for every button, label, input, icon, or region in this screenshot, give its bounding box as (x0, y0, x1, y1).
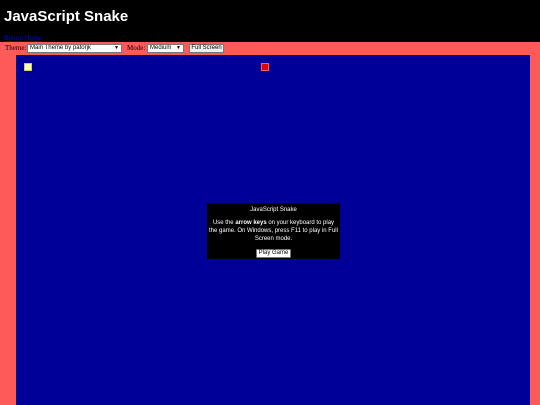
instructions-emphasis: arrow keys (235, 220, 267, 226)
mode-label: Mode: (127, 44, 146, 52)
mode-select-value: Medium (150, 45, 172, 51)
dialog-instructions: Use the arrow keys on your keyboard to p… (209, 219, 338, 243)
instructions-text-start: Use the (212, 220, 236, 226)
mode-select[interactable]: Medium ▼ (147, 44, 184, 53)
theme-select-value: Main Theme by patorjk (30, 45, 91, 51)
full-screen-button[interactable]: Full Screen (189, 44, 224, 53)
page-title: JavaScript Snake (4, 8, 129, 25)
return-home-link[interactable]: Return Home (4, 34, 42, 42)
welcome-dialog: JavaScript Snake Use the arrow keys on y… (207, 203, 340, 259)
theme-select[interactable]: Main Theme by patorjk ▼ (27, 44, 122, 53)
page-header: JavaScript Snake Return Home (0, 0, 540, 42)
play-game-button[interactable]: Play Game (256, 249, 291, 258)
snake-block (24, 63, 32, 71)
theme-label: Theme: (5, 44, 27, 52)
food-block (261, 63, 269, 71)
dialog-title: JavaScript Snake (250, 207, 297, 213)
chevron-down-icon: ▼ (114, 45, 119, 51)
chevron-down-icon: ▼ (176, 45, 181, 51)
game-controls: Theme: Main Theme by patorjk ▼ Mode: Med… (0, 42, 540, 55)
game-board[interactable]: JavaScript Snake Use the arrow keys on y… (16, 55, 530, 405)
